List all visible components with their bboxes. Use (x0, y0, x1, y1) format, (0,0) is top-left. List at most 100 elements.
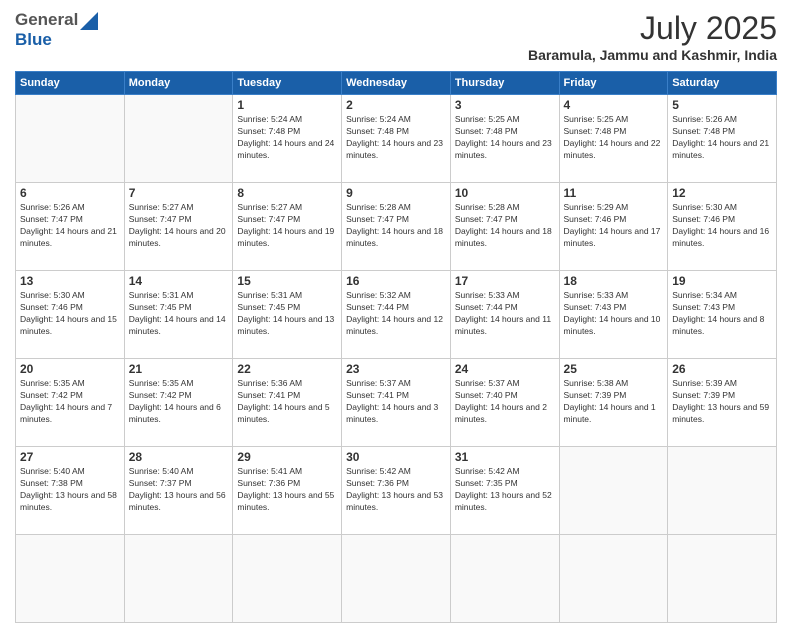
table-cell: 28Sunrise: 5:40 AM Sunset: 7:37 PM Dayli… (124, 447, 233, 535)
table-cell (668, 535, 777, 623)
day-info: Sunrise: 5:24 AM Sunset: 7:48 PM Dayligh… (346, 114, 446, 162)
table-cell: 25Sunrise: 5:38 AM Sunset: 7:39 PM Dayli… (559, 359, 668, 447)
day-number: 2 (346, 98, 446, 112)
table-cell: 23 Sunrise: 5:37 AM Sunset: 7:41 PM Dayli… (342, 359, 451, 447)
table-cell (16, 95, 125, 183)
calendar-row: 6Sunrise: 5:26 AM Sunset: 7:47 PM Daylig… (16, 183, 777, 271)
day-number: 22 (237, 362, 337, 376)
header-tuesday: Tuesday (233, 72, 342, 95)
day-number: 5 (672, 98, 772, 112)
table-cell: 20 Sunrise: 5:35 AM Sunset: 7:42 PM Dayli… (16, 359, 125, 447)
day-number: 20 (20, 362, 120, 376)
title-area: July 2025 Baramula, Jammu and Kashmir, I… (528, 10, 777, 63)
day-number: 11 (564, 186, 664, 200)
header-saturday: Saturday (668, 72, 777, 95)
table-cell: 6Sunrise: 5:26 AM Sunset: 7:47 PM Daylig… (16, 183, 125, 271)
table-cell: 12 Sunrise: 5:30 AM Sunset: 7:46 PM Dayli… (668, 183, 777, 271)
day-info: Sunrise: 5:27 AM Sunset: 7:47 PM Dayligh… (237, 202, 337, 250)
table-cell: 11 Sunrise: 5:29 AM Sunset: 7:46 PM Dayli… (559, 183, 668, 271)
day-number: 1 (237, 98, 337, 112)
day-number: 12 (672, 186, 772, 200)
day-info: Sunrise: 5:31 AM Sunset: 7:45 PM Dayligh… (237, 290, 337, 338)
table-cell: 26 Sunrise: 5:39 AM Sunset: 7:39 PM Dayli… (668, 359, 777, 447)
day-info: Sunrise: 5:33 AM Sunset: 7:44 PM Dayligh… (455, 290, 555, 338)
location: Baramula, Jammu and Kashmir, India (528, 47, 777, 63)
weekday-header-row: Sunday Monday Tuesday Wednesday Thursday… (16, 72, 777, 95)
day-info: Sunrise: 5:24 AM Sunset: 7:48 PM Dayligh… (237, 114, 337, 162)
table-cell: 30 Sunrise: 5:42 AM Sunset: 7:36 PM Dayli… (342, 447, 451, 535)
day-number: 17 (455, 274, 555, 288)
header-wednesday: Wednesday (342, 72, 451, 95)
day-info: Sunrise: 5:41 AM Sunset: 7:36 PM Dayligh… (237, 466, 337, 514)
day-number: 18 (564, 274, 664, 288)
header-friday: Friday (559, 72, 668, 95)
table-cell (559, 447, 668, 535)
header: General Blue July 2025 Baramula, Jammu a… (15, 10, 777, 63)
day-info: Sunrise: 5:26 AM Sunset: 7:47 PM Dayligh… (20, 202, 120, 250)
day-number: 10 (455, 186, 555, 200)
day-number: 7 (129, 186, 229, 200)
day-info: Sunrise: 5:26 AM Sunset: 7:48 PM Dayligh… (672, 114, 772, 162)
logo-general: General (15, 10, 78, 30)
table-cell: 21 Sunrise: 5:35 AM Sunset: 7:42 PM Dayli… (124, 359, 233, 447)
logo-blue: Blue (15, 30, 52, 49)
table-cell: 18 Sunrise: 5:33 AM Sunset: 7:43 PM Dayli… (559, 271, 668, 359)
day-number: 4 (564, 98, 664, 112)
table-cell: 15 Sunrise: 5:31 AM Sunset: 7:45 PM Dayli… (233, 271, 342, 359)
day-info: Sunrise: 5:35 AM Sunset: 7:42 PM Dayligh… (20, 378, 120, 426)
table-cell: 4Sunrise: 5:25 AM Sunset: 7:48 PM Daylig… (559, 95, 668, 183)
table-cell: 7Sunrise: 5:27 AM Sunset: 7:47 PM Daylig… (124, 183, 233, 271)
calendar-row (16, 535, 777, 623)
day-number: 8 (237, 186, 337, 200)
day-info: Sunrise: 5:32 AM Sunset: 7:44 PM Dayligh… (346, 290, 446, 338)
calendar-row: 1 Sunrise: 5:24 AM Sunset: 7:48 PM Daylig… (16, 95, 777, 183)
day-number: 29 (237, 450, 337, 464)
day-info: Sunrise: 5:33 AM Sunset: 7:43 PM Dayligh… (564, 290, 664, 338)
day-info: Sunrise: 5:35 AM Sunset: 7:42 PM Dayligh… (129, 378, 229, 426)
logo-icon (80, 12, 98, 30)
calendar-table: Sunday Monday Tuesday Wednesday Thursday… (15, 71, 777, 623)
day-info: Sunrise: 5:25 AM Sunset: 7:48 PM Dayligh… (455, 114, 555, 162)
day-info: Sunrise: 5:29 AM Sunset: 7:46 PM Dayligh… (564, 202, 664, 250)
day-info: Sunrise: 5:37 AM Sunset: 7:40 PM Dayligh… (455, 378, 555, 426)
day-number: 13 (20, 274, 120, 288)
day-info: Sunrise: 5:39 AM Sunset: 7:39 PM Dayligh… (672, 378, 772, 426)
day-number: 26 (672, 362, 772, 376)
day-info: Sunrise: 5:42 AM Sunset: 7:35 PM Dayligh… (455, 466, 555, 514)
table-cell: 19Sunrise: 5:34 AM Sunset: 7:43 PM Dayli… (668, 271, 777, 359)
day-info: Sunrise: 5:30 AM Sunset: 7:46 PM Dayligh… (672, 202, 772, 250)
table-cell: 13Sunrise: 5:30 AM Sunset: 7:46 PM Dayli… (16, 271, 125, 359)
table-cell (668, 447, 777, 535)
calendar-row: 20 Sunrise: 5:35 AM Sunset: 7:42 PM Dayli… (16, 359, 777, 447)
table-cell: 3 Sunrise: 5:25 AM Sunset: 7:48 PM Daylig… (450, 95, 559, 183)
day-number: 15 (237, 274, 337, 288)
table-cell: 27Sunrise: 5:40 AM Sunset: 7:38 PM Dayli… (16, 447, 125, 535)
table-cell: 5 Sunrise: 5:26 AM Sunset: 7:48 PM Daylig… (668, 95, 777, 183)
table-cell: 10 Sunrise: 5:28 AM Sunset: 7:47 PM Dayli… (450, 183, 559, 271)
table-cell: 17 Sunrise: 5:33 AM Sunset: 7:44 PM Dayli… (450, 271, 559, 359)
day-number: 23 (346, 362, 446, 376)
table-cell (124, 95, 233, 183)
day-number: 31 (455, 450, 555, 464)
day-info: Sunrise: 5:37 AM Sunset: 7:41 PM Dayligh… (346, 378, 446, 426)
table-cell (233, 535, 342, 623)
table-cell: 29 Sunrise: 5:41 AM Sunset: 7:36 PM Dayli… (233, 447, 342, 535)
day-info: Sunrise: 5:28 AM Sunset: 7:47 PM Dayligh… (346, 202, 446, 250)
day-number: 21 (129, 362, 229, 376)
day-info: Sunrise: 5:36 AM Sunset: 7:41 PM Dayligh… (237, 378, 337, 426)
table-cell: 1 Sunrise: 5:24 AM Sunset: 7:48 PM Daylig… (233, 95, 342, 183)
day-info: Sunrise: 5:28 AM Sunset: 7:47 PM Dayligh… (455, 202, 555, 250)
table-cell: 2 Sunrise: 5:24 AM Sunset: 7:48 PM Daylig… (342, 95, 451, 183)
day-number: 3 (455, 98, 555, 112)
day-number: 30 (346, 450, 446, 464)
logo: General Blue (15, 10, 98, 50)
day-info: Sunrise: 5:34 AM Sunset: 7:43 PM Dayligh… (672, 290, 772, 338)
table-cell: 8 Sunrise: 5:27 AM Sunset: 7:47 PM Daylig… (233, 183, 342, 271)
calendar-row: 27Sunrise: 5:40 AM Sunset: 7:38 PM Dayli… (16, 447, 777, 535)
table-cell (16, 535, 125, 623)
day-info: Sunrise: 5:42 AM Sunset: 7:36 PM Dayligh… (346, 466, 446, 514)
day-info: Sunrise: 5:40 AM Sunset: 7:37 PM Dayligh… (129, 466, 229, 514)
table-cell: 24Sunrise: 5:37 AM Sunset: 7:40 PM Dayli… (450, 359, 559, 447)
page: General Blue July 2025 Baramula, Jammu a… (0, 0, 792, 612)
day-info: Sunrise: 5:31 AM Sunset: 7:45 PM Dayligh… (129, 290, 229, 338)
